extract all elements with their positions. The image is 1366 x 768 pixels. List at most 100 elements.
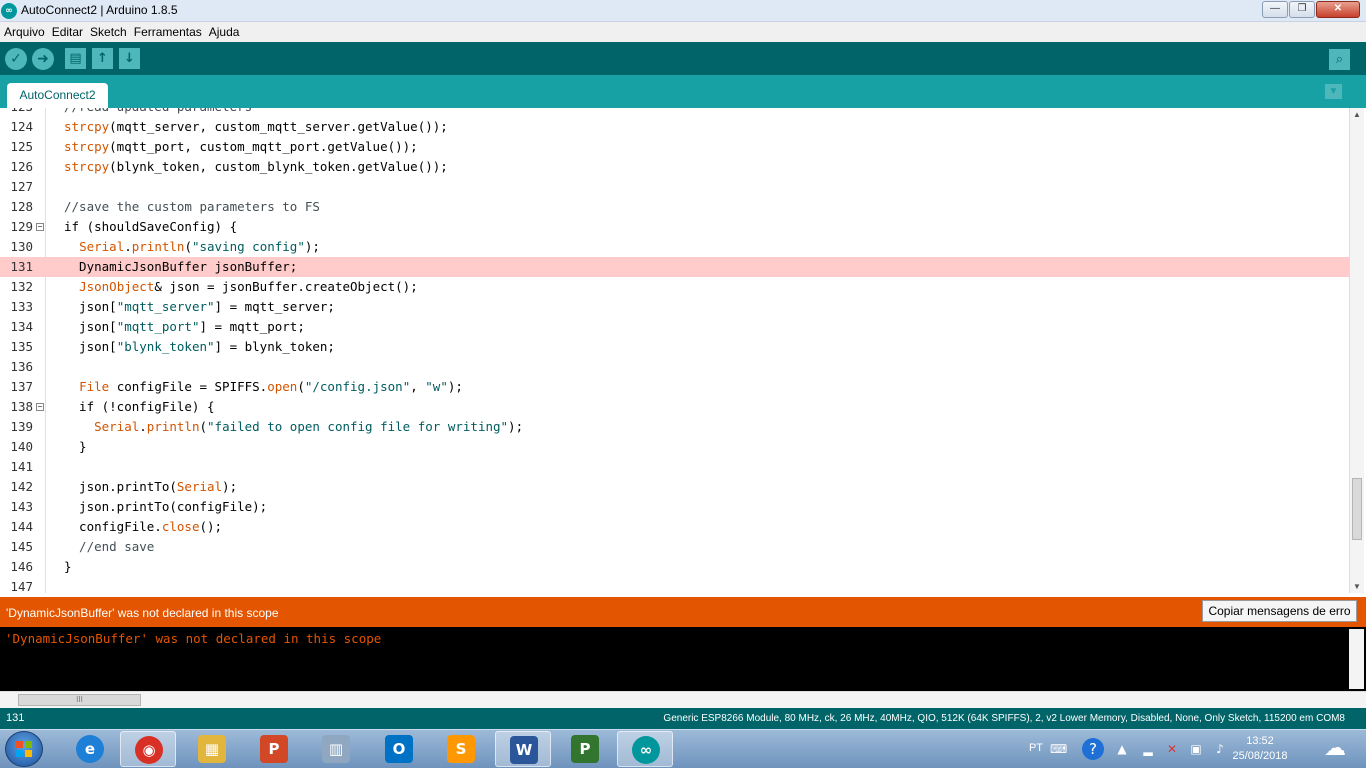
arduino-app-icon: ∞ [1,3,17,19]
taskbar-chrome[interactable]: ◉ [120,731,176,767]
code-text: strcpy(mqtt_port, custom_mqtt_port.getVa… [64,139,418,154]
menu-bar: Arquivo Editar Sketch Ferramentas Ajuda [0,22,1366,42]
code-line[interactable]: 136 [0,357,1349,377]
tab-strip: AutoConnect2 ▼ [0,75,1366,108]
code-line[interactable]: 132 JsonObject& json = jsonBuffer.create… [0,277,1349,297]
clock-date: 25/08/2018 [1232,750,1288,762]
line-number: 136 [10,359,33,374]
line-number: 145 [10,539,33,554]
code-line[interactable]: 140 } [0,437,1349,457]
fold-toggle-icon[interactable]: − [36,223,44,231]
network-signal-icon[interactable]: ▂ [1140,741,1156,757]
console-vertical-scrollbar[interactable] [1349,629,1364,689]
scroll-up-icon[interactable]: ▲ [1353,110,1361,119]
code-line[interactable]: 127 [0,177,1349,197]
taskbar-powerpoint[interactable]: P [246,731,302,767]
code-line[interactable]: 124 strcpy(mqtt_server, custom_mqtt_serve… [0,117,1349,137]
upload-button[interactable]: ➜ [32,48,54,70]
clock[interactable]: 13:52 25/08/2018 [1230,734,1290,764]
code-line[interactable]: 135 json["blynk_token"] = blynk_token; [0,337,1349,357]
line-number: 129 [10,219,33,234]
start-button[interactable] [5,731,43,767]
code-line[interactable]: 146} [0,557,1349,577]
code-line[interactable]: 125 strcpy(mqtt_port, custom_mqtt_port.ge… [0,137,1349,157]
taskbar-arduino[interactable]: ∞ [617,731,673,767]
word-icon: W [510,736,538,764]
code-line[interactable]: 145 //end save [0,537,1349,557]
code-line[interactable]: 144 configFile.close(); [0,517,1349,537]
code-line[interactable]: 134 json["mqtt_port"] = mqtt_port; [0,317,1349,337]
code-text: Serial.println("failed to open config fi… [94,419,524,434]
device-icon[interactable]: ▣ [1188,741,1204,757]
board-info: Generic ESP8266 Module, 80 MHz, ck, 26 M… [663,713,1345,724]
new-sketch-button[interactable]: ▤ [65,48,86,69]
code-line[interactable]: 139 Serial.println("failed to open confi… [0,417,1349,437]
open-sketch-button[interactable]: ↑ [92,48,113,69]
calculator-icon: ▥ [322,735,350,763]
taskbar-outlook[interactable]: O [371,731,427,767]
menu-editar[interactable]: Editar [52,25,83,39]
code-line[interactable]: 141 [0,457,1349,477]
taskbar-file-explorer[interactable]: ▦ [184,731,240,767]
show-hidden-icons-icon[interactable]: ▲ [1114,741,1130,757]
sublime-text-icon: S [447,735,475,763]
window-controls: — ❐ ✕ [1261,1,1360,19]
serial-monitor-button[interactable]: ⌕ [1329,49,1350,70]
menu-ajuda[interactable]: Ajuda [209,25,240,39]
code-text: json["mqtt_port"] = mqtt_port; [64,319,305,334]
line-number: 123 [0,108,33,117]
close-button[interactable]: ✕ [1316,1,1360,18]
cloud-icon[interactable]: ☁ [1320,737,1350,761]
language-indicator[interactable]: PT [1029,742,1043,754]
code-line[interactable]: 138− if (!configFile) { [0,397,1349,417]
taskbar-project[interactable]: P [557,731,613,767]
copy-error-messages-button[interactable]: Copiar mensagens de erro [1202,600,1357,622]
line-number: 125 [10,139,33,154]
code-line[interactable]: 123 //read updated parameters [0,108,1349,117]
code-line[interactable]: 130 Serial.println("saving config"); [0,237,1349,257]
console-output[interactable]: 'DynamicJsonBuffer' was not declared in … [0,627,1366,691]
line-number: 124 [10,119,33,134]
editor-vertical-scrollbar[interactable]: ▲ ▼ [1349,108,1364,593]
code-line[interactable]: 129− if (shouldSaveConfig) { [0,217,1349,237]
code-line[interactable]: 128 //save the custom parameters to FS [0,197,1349,217]
tab-autoconnect2[interactable]: AutoConnect2 [7,83,108,108]
scroll-down-icon[interactable]: ▼ [1353,582,1361,591]
network-error-icon[interactable]: ✕ [1164,741,1180,757]
code-line[interactable]: 137 File configFile = SPIFFS.open("/conf… [0,377,1349,397]
tab-menu-icon[interactable]: ▼ [1325,84,1342,99]
line-number: 146 [10,559,33,574]
verify-button[interactable]: ✓ [5,48,27,70]
help-icon[interactable]: ? [1082,738,1104,760]
maximize-button[interactable]: ❐ [1289,1,1315,18]
minimize-button[interactable]: — [1262,1,1288,18]
save-sketch-button[interactable]: ↓ [119,48,140,69]
menu-arquivo[interactable]: Arquivo [4,25,45,39]
line-number: 132 [10,279,33,294]
keyboard-icon[interactable]: ⌨ [1050,741,1067,757]
code-text: json["blynk_token"] = blynk_token; [64,339,335,354]
code-line[interactable]: 143 json.printTo(configFile); [0,497,1349,517]
code-text: json.printTo(configFile); [64,499,268,514]
console-horizontal-scrollbar[interactable]: III [0,691,1366,708]
line-number: 144 [10,519,33,534]
taskbar-word[interactable]: W [495,731,551,767]
project-icon: P [571,735,599,763]
menu-sketch[interactable]: Sketch [90,25,127,39]
code-line[interactable]: 147 [0,577,1349,593]
code-line[interactable]: 133 json["mqtt_server"] = mqtt_server; [0,297,1349,317]
editor-scroll-thumb[interactable] [1352,478,1362,540]
code-line[interactable]: 142 json.printTo(Serial); [0,477,1349,497]
volume-icon[interactable]: ♪ [1212,741,1228,757]
code-line[interactable]: 131 DynamicJsonBuffer jsonBuffer; [0,257,1349,277]
code-editor[interactable]: 123 //read updated parameters 124 strcpy(mq… [0,108,1366,593]
horizontal-scroll-thumb[interactable]: III [18,694,141,706]
taskbar-internet-explorer[interactable]: e [62,731,118,767]
code-text: if (shouldSaveConfig) { [64,219,238,234]
code-line[interactable]: 126 strcpy(blynk_token, custom_blynk_toke… [0,157,1349,177]
outlook-icon: O [385,735,413,763]
taskbar-sublime-text[interactable]: S [433,731,489,767]
menu-ferramentas[interactable]: Ferramentas [134,25,202,39]
fold-toggle-icon[interactable]: − [36,403,44,411]
taskbar-calculator[interactable]: ▥ [308,731,364,767]
